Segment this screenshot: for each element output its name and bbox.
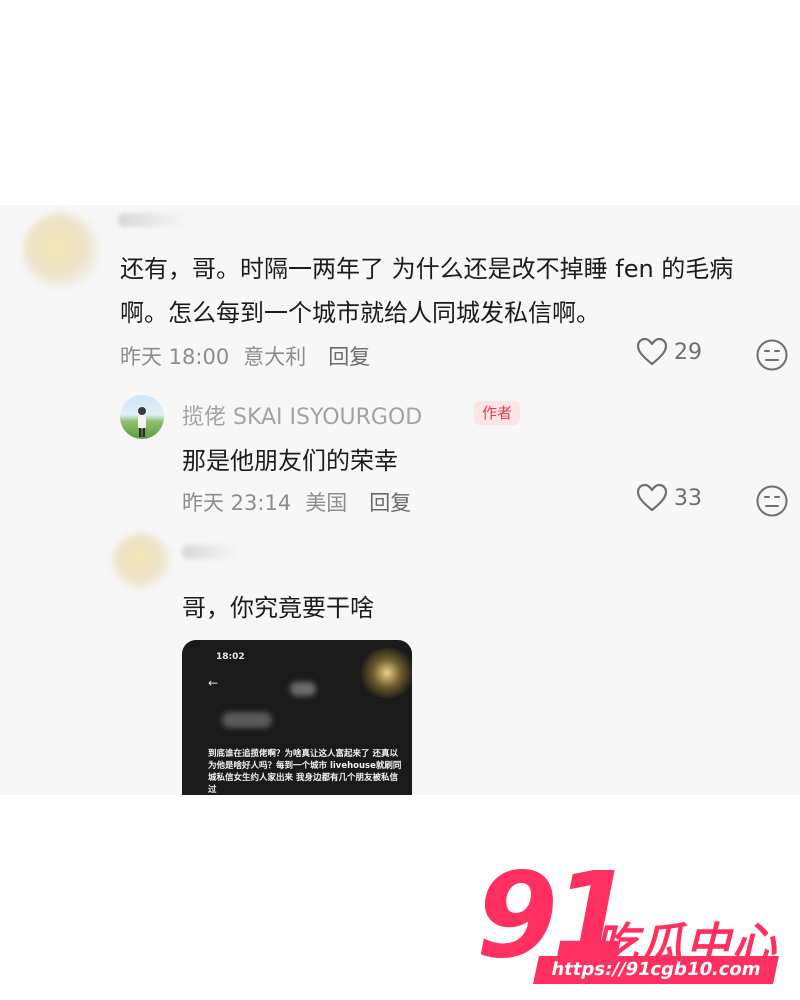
comment-meta: 昨天 18:00 意大利 回复 [120, 341, 370, 371]
author-avatar[interactable] [120, 395, 164, 439]
like-count: 33 [674, 485, 702, 511]
message-text: 到底谁在追揽佬啊？为啥真让这人富起来了 还真以为他是啥好人吗？每到一个城市 li… [208, 749, 402, 795]
watermark-logo: 91 吃瓜中心 https://91cgb10.com [476, 850, 786, 988]
comment-time: 昨天 18:00 [120, 345, 230, 369]
meh-face-icon[interactable] [755, 484, 789, 518]
meh-face-icon[interactable] [755, 338, 789, 372]
comment-text-line: 还有，哥。时隔一两年了 为什么还是改不掉睡 fen 的毛病 [120, 255, 734, 283]
comment-text: 哥，你究竟要干啥 [182, 594, 374, 622]
blurred-name [222, 712, 272, 728]
like-button[interactable]: 29 [636, 337, 702, 367]
author-badge: 作者 [474, 401, 521, 425]
author-username[interactable]: 揽佬 SKAI ISYOURGOD [182, 399, 422, 431]
comments-panel: 还有，哥。时隔一两年了 为什么还是改不掉睡 fen 的毛病 啊。怎么每到一个城市… [0, 205, 800, 795]
blurred-avatar [290, 682, 316, 696]
reply-time: 昨天 23:14 [182, 491, 292, 515]
person-figure-icon [138, 407, 146, 437]
reply-text: 那是他朋友们的荣幸 [182, 447, 398, 475]
top-blank-area [0, 0, 800, 205]
logo-url: https://91cgb10.com [533, 956, 779, 984]
attached-screenshot[interactable]: 18:02 ← 到底谁在追揽佬啊？为啥真让这人富起来了 还真以为他是啥好人吗？每… [182, 640, 412, 795]
comment-text: 还有，哥。时隔一两年了 为什么还是改不掉睡 fen 的毛病 啊。怎么每到一个城市… [120, 247, 790, 335]
back-arrow-icon: ← [208, 676, 219, 690]
commenter-name[interactable] [118, 213, 188, 227]
heart-outline-icon [636, 483, 668, 512]
status-time: 18:02 [216, 652, 245, 662]
commenter-avatar[interactable] [112, 533, 172, 589]
commenter-name[interactable] [182, 545, 242, 559]
reply-button[interactable]: 回复 [369, 487, 411, 517]
reply-button[interactable]: 回复 [328, 341, 370, 371]
heart-outline-icon [636, 337, 668, 366]
reply-meta: 昨天 23:14 美国 回复 [182, 487, 411, 517]
reply-location: 美国 [305, 491, 348, 515]
like-count: 29 [674, 339, 702, 365]
like-button[interactable]: 33 [636, 483, 702, 513]
comment-location: 意大利 [243, 345, 307, 369]
comment-text-line: 啊。怎么每到一个城市就给人同城发私信啊。 [120, 299, 600, 327]
commenter-avatar[interactable] [22, 213, 100, 287]
light-glare [357, 648, 412, 698]
